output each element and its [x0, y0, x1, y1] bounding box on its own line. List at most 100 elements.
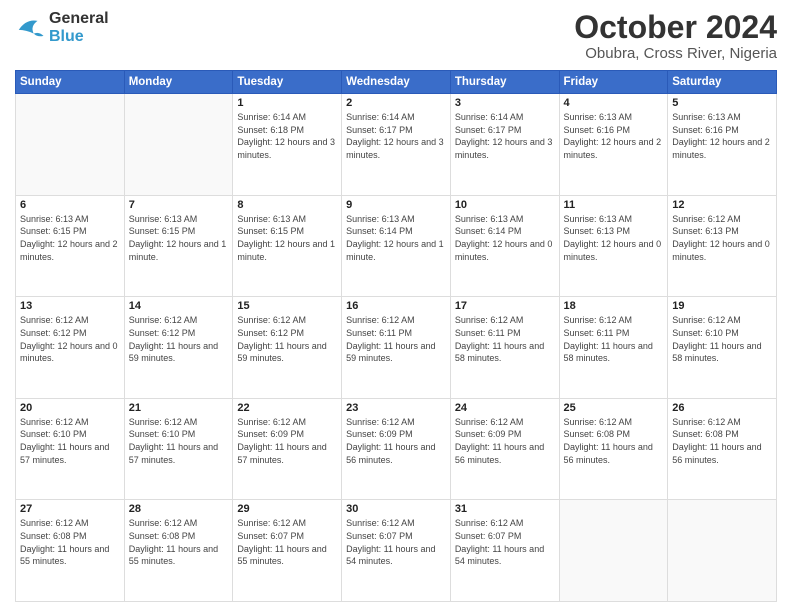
month-title: October 2024	[574, 10, 777, 45]
day-info: Sunrise: 6:12 AM Sunset: 6:08 PM Dayligh…	[564, 416, 664, 466]
header-right: October 2024 Obubra, Cross River, Nigeri…	[574, 10, 777, 62]
day-info: Sunrise: 6:13 AM Sunset: 6:16 PM Dayligh…	[672, 111, 772, 161]
day-info: Sunrise: 6:12 AM Sunset: 6:07 PM Dayligh…	[455, 517, 555, 567]
header-saturday: Saturday	[668, 71, 777, 94]
calendar-cell: 14Sunrise: 6:12 AM Sunset: 6:12 PM Dayli…	[124, 297, 233, 399]
day-number: 13	[20, 300, 120, 312]
calendar-cell: 12 Sunrise: 6:12 AM Sunset: 6:13 PM Dayli…	[668, 195, 777, 297]
week-row-2: 6 Sunrise: 6:13 AM Sunset: 6:15 PM Daylig…	[16, 195, 777, 297]
header-tuesday: Tuesday	[233, 71, 342, 94]
week-row-3: 13 Sunrise: 6:12 AM Sunset: 6:12 PM Dayli…	[16, 297, 777, 399]
day-number: 1	[237, 97, 337, 109]
day-info: Sunrise: 6:12 AM Sunset: 6:09 PM Dayligh…	[346, 416, 446, 466]
header: General Blue October 2024 Obubra, Cross …	[15, 10, 777, 62]
day-info: Sunrise: 6:13 AM Sunset: 6:14 PM Dayligh…	[455, 213, 555, 263]
calendar-cell: 15Sunrise: 6:12 AM Sunset: 6:12 PM Dayli…	[233, 297, 342, 399]
calendar-cell: 21 Sunrise: 6:12 AM Sunset: 6:10 PM Dayli…	[124, 398, 233, 500]
day-info: Sunrise: 6:12 AM Sunset: 6:10 PM Dayligh…	[20, 416, 120, 466]
header-wednesday: Wednesday	[342, 71, 451, 94]
calendar-cell: 31Sunrise: 6:12 AM Sunset: 6:07 PM Dayli…	[450, 500, 559, 602]
day-number: 11	[564, 199, 664, 211]
day-number: 5	[672, 97, 772, 109]
calendar-table: SundayMondayTuesdayWednesdayThursdayFrid…	[15, 70, 777, 602]
day-number: 22	[237, 402, 337, 414]
header-thursday: Thursday	[450, 71, 559, 94]
day-info: Sunrise: 6:12 AM Sunset: 6:08 PM Dayligh…	[129, 517, 229, 567]
day-number: 29	[237, 503, 337, 515]
day-number: 4	[564, 97, 664, 109]
day-info: Sunrise: 6:12 AM Sunset: 6:09 PM Dayligh…	[237, 416, 337, 466]
day-info: Sunrise: 6:12 AM Sunset: 6:11 PM Dayligh…	[564, 314, 664, 364]
day-info: Sunrise: 6:12 AM Sunset: 6:08 PM Dayligh…	[20, 517, 120, 567]
day-number: 25	[564, 402, 664, 414]
calendar-cell: 10 Sunrise: 6:13 AM Sunset: 6:14 PM Dayli…	[450, 195, 559, 297]
calendar-cell: 20 Sunrise: 6:12 AM Sunset: 6:10 PM Dayli…	[16, 398, 125, 500]
day-number: 18	[564, 300, 664, 312]
calendar-cell: 9Sunrise: 6:13 AM Sunset: 6:14 PM Daylig…	[342, 195, 451, 297]
day-number: 8	[237, 199, 337, 211]
header-monday: Monday	[124, 71, 233, 94]
day-info: Sunrise: 6:12 AM Sunset: 6:13 PM Dayligh…	[672, 213, 772, 263]
header-sunday: Sunday	[16, 71, 125, 94]
day-info: Sunrise: 6:13 AM Sunset: 6:16 PM Dayligh…	[564, 111, 664, 161]
calendar-cell: 24 Sunrise: 6:12 AM Sunset: 6:09 PM Dayli…	[450, 398, 559, 500]
day-info: Sunrise: 6:13 AM Sunset: 6:13 PM Dayligh…	[564, 213, 664, 263]
calendar-cell: 3 Sunrise: 6:14 AM Sunset: 6:17 PM Daylig…	[450, 94, 559, 196]
calendar-body: 1 Sunrise: 6:14 AM Sunset: 6:18 PM Daylig…	[16, 94, 777, 602]
day-info: Sunrise: 6:13 AM Sunset: 6:15 PM Dayligh…	[20, 213, 120, 263]
day-number: 26	[672, 402, 772, 414]
day-number: 30	[346, 503, 446, 515]
day-info: Sunrise: 6:12 AM Sunset: 6:11 PM Dayligh…	[455, 314, 555, 364]
day-info: Sunrise: 6:12 AM Sunset: 6:10 PM Dayligh…	[129, 416, 229, 466]
calendar-cell: 27Sunrise: 6:12 AM Sunset: 6:08 PM Dayli…	[16, 500, 125, 602]
header-friday: Friday	[559, 71, 668, 94]
day-number: 15	[237, 300, 337, 312]
day-number: 23	[346, 402, 446, 414]
calendar-cell: 8Sunrise: 6:13 AM Sunset: 6:15 PM Daylig…	[233, 195, 342, 297]
week-row-4: 20 Sunrise: 6:12 AM Sunset: 6:10 PM Dayli…	[16, 398, 777, 500]
calendar-header: SundayMondayTuesdayWednesdayThursdayFrid…	[16, 71, 777, 94]
calendar-cell: 23 Sunrise: 6:12 AM Sunset: 6:09 PM Dayli…	[342, 398, 451, 500]
calendar-cell	[124, 94, 233, 196]
week-row-1: 1 Sunrise: 6:14 AM Sunset: 6:18 PM Daylig…	[16, 94, 777, 196]
day-number: 19	[672, 300, 772, 312]
day-number: 10	[455, 199, 555, 211]
day-info: Sunrise: 6:12 AM Sunset: 6:12 PM Dayligh…	[20, 314, 120, 364]
day-number: 16	[346, 300, 446, 312]
day-number: 7	[129, 199, 229, 211]
logo: General Blue	[15, 10, 109, 46]
day-info: Sunrise: 6:14 AM Sunset: 6:18 PM Dayligh…	[237, 111, 337, 161]
calendar-cell: 1 Sunrise: 6:14 AM Sunset: 6:18 PM Daylig…	[233, 94, 342, 196]
day-number: 3	[455, 97, 555, 109]
calendar-cell: 30 Sunrise: 6:12 AM Sunset: 6:07 PM Dayli…	[342, 500, 451, 602]
calendar-cell: 2 Sunrise: 6:14 AM Sunset: 6:17 PM Daylig…	[342, 94, 451, 196]
day-info: Sunrise: 6:12 AM Sunset: 6:08 PM Dayligh…	[672, 416, 772, 466]
calendar-cell: 29Sunrise: 6:12 AM Sunset: 6:07 PM Dayli…	[233, 500, 342, 602]
header-row: SundayMondayTuesdayWednesdayThursdayFrid…	[16, 71, 777, 94]
calendar-cell	[16, 94, 125, 196]
page: General Blue October 2024 Obubra, Cross …	[0, 0, 792, 612]
calendar-cell	[559, 500, 668, 602]
day-info: Sunrise: 6:12 AM Sunset: 6:07 PM Dayligh…	[346, 517, 446, 567]
day-info: Sunrise: 6:13 AM Sunset: 6:15 PM Dayligh…	[129, 213, 229, 263]
day-number: 24	[455, 402, 555, 414]
week-row-5: 27Sunrise: 6:12 AM Sunset: 6:08 PM Dayli…	[16, 500, 777, 602]
day-info: Sunrise: 6:14 AM Sunset: 6:17 PM Dayligh…	[346, 111, 446, 161]
day-info: Sunrise: 6:13 AM Sunset: 6:14 PM Dayligh…	[346, 213, 446, 263]
day-info: Sunrise: 6:12 AM Sunset: 6:10 PM Dayligh…	[672, 314, 772, 364]
day-number: 2	[346, 97, 446, 109]
day-number: 20	[20, 402, 120, 414]
day-info: Sunrise: 6:12 AM Sunset: 6:09 PM Dayligh…	[455, 416, 555, 466]
day-number: 21	[129, 402, 229, 414]
day-info: Sunrise: 6:14 AM Sunset: 6:17 PM Dayligh…	[455, 111, 555, 161]
calendar-cell: 4 Sunrise: 6:13 AM Sunset: 6:16 PM Daylig…	[559, 94, 668, 196]
logo-general: General	[49, 10, 109, 27]
day-number: 28	[129, 503, 229, 515]
calendar-cell: 19 Sunrise: 6:12 AM Sunset: 6:10 PM Dayli…	[668, 297, 777, 399]
calendar-cell: 17Sunrise: 6:12 AM Sunset: 6:11 PM Dayli…	[450, 297, 559, 399]
day-number: 12	[672, 199, 772, 211]
day-number: 6	[20, 199, 120, 211]
calendar-cell: 26 Sunrise: 6:12 AM Sunset: 6:08 PM Dayli…	[668, 398, 777, 500]
calendar-cell: 22 Sunrise: 6:12 AM Sunset: 6:09 PM Dayli…	[233, 398, 342, 500]
calendar-cell	[668, 500, 777, 602]
